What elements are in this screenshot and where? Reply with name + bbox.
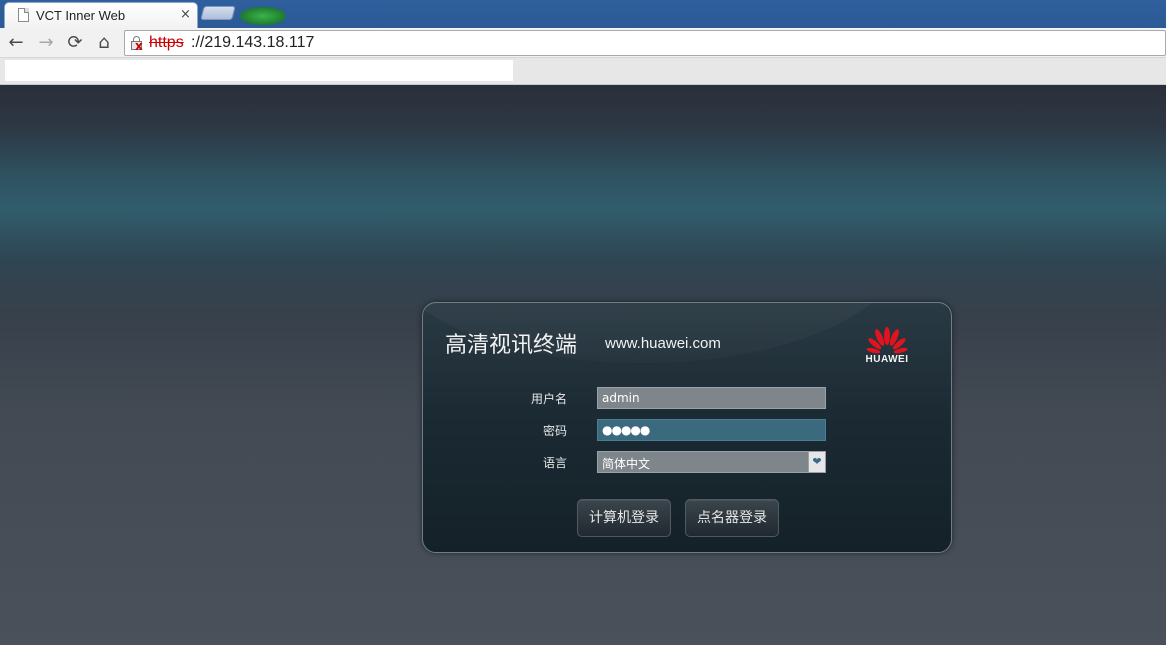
- browser-tab[interactable]: VCT Inner Web ×: [4, 2, 198, 28]
- password-label: 密码: [543, 424, 568, 438]
- page-title: 高清视讯终端: [445, 333, 578, 358]
- roll-call-login-button[interactable]: 点名器登录: [685, 499, 779, 537]
- username-input[interactable]: admin: [597, 387, 826, 409]
- page-icon: [18, 8, 29, 22]
- url-scheme: https: [149, 34, 184, 51]
- new-tab-button[interactable]: [200, 6, 236, 20]
- url-host: ://219.143.18.117: [191, 34, 315, 51]
- login-panel: 高清视讯终端 www.huawei.com HUAWEI 用户名 admin 密…: [422, 302, 952, 553]
- page-background: 高清视讯终端 www.huawei.com HUAWEI 用户名 admin 密…: [0, 85, 1166, 645]
- browser-titlebar: VCT Inner Web ×: [0, 0, 1166, 28]
- reload-icon[interactable]: ⟳: [64, 32, 86, 54]
- password-input[interactable]: ●●●●●: [597, 419, 826, 441]
- browser-toolbar: ← → ⟳ ⌂ x https ://219.143.18.117: [0, 28, 1166, 58]
- site-url: www.huawei.com: [605, 335, 721, 352]
- language-selected-value: 简体中文: [602, 457, 651, 471]
- window-decoration: [240, 7, 286, 25]
- username-label: 用户名: [531, 392, 568, 406]
- back-icon[interactable]: ←: [5, 32, 27, 54]
- broken-lock-icon[interactable]: x: [130, 35, 144, 53]
- language-label: 语言: [543, 456, 568, 470]
- computer-login-button[interactable]: 计算机登录: [577, 499, 671, 537]
- home-icon[interactable]: ⌂: [93, 32, 115, 54]
- bookmarks-bar: [0, 58, 1166, 85]
- huawei-brand-text: HUAWEI: [865, 354, 909, 365]
- chevron-down-icon[interactable]: ❤: [808, 452, 825, 472]
- address-bar[interactable]: x https ://219.143.18.117: [124, 30, 1166, 56]
- tab-title: VCT Inner Web: [36, 8, 126, 23]
- language-select[interactable]: 简体中文 ❤: [597, 451, 826, 473]
- bookmarks-field: [5, 60, 513, 81]
- forward-icon[interactable]: →: [35, 32, 57, 54]
- tab-close-icon[interactable]: ×: [180, 7, 191, 22]
